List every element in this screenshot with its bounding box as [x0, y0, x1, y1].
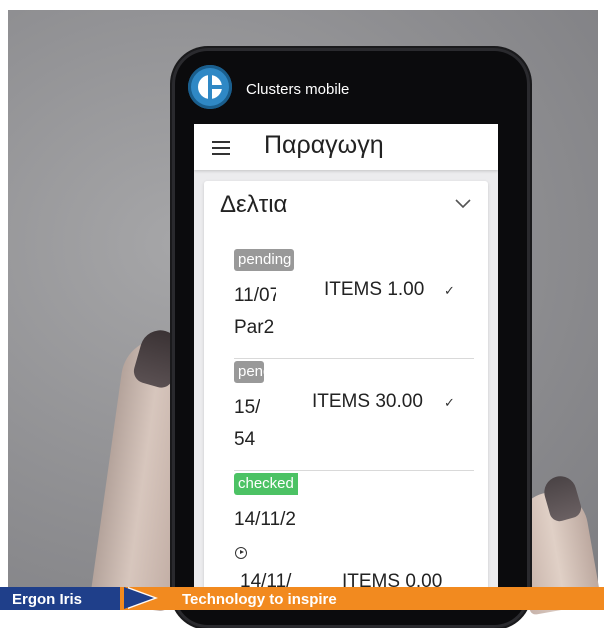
check-icon: ✓ [444, 283, 455, 298]
brand-name: Ergon Iris [12, 591, 83, 608]
row-date: 14/11/2 [234, 509, 296, 530]
play-circle-icon[interactable] [235, 547, 247, 559]
app-logo-icon [188, 65, 232, 109]
photo-border-right [598, 0, 604, 610]
app-title: Clusters mobile [246, 81, 350, 98]
row-items: ITEMS 1.00 [324, 279, 425, 300]
row-divider [234, 470, 474, 471]
status-badge: checked [234, 473, 314, 495]
row-items: ITEMS 30.00 [312, 391, 423, 412]
photo-border-left [0, 0, 8, 610]
hamburger-menu-icon[interactable] [212, 141, 232, 155]
bottom-banner: Ergon Iris Technology to inspire [0, 587, 604, 610]
check-icon: ✓ [444, 395, 455, 410]
row-code: Par2 [234, 317, 275, 338]
row-divider [234, 358, 474, 359]
row-date: 11/07/ [234, 285, 276, 306]
card-title: Δελτια [220, 191, 288, 218]
deltia-card: Δελτια pending 11/07/ Par2 ITEMS 1.00 ✓ … [204, 181, 488, 594]
app-screen: Παραγωγη Δελτια pending 11/07/ Par2 ITEM… [194, 124, 498, 594]
list-item[interactable]: pending 11/07/ Par2 ITEMS 1.00 ✓ [234, 249, 474, 359]
app-header: Clusters mobile [188, 60, 506, 124]
row-date: 15/07 [234, 397, 260, 418]
banner-tagline: Technology to inspire [182, 591, 337, 608]
list-item[interactable]: checked 14/11/2 14/11/2 ITEMS 0.00 [234, 473, 474, 594]
page-title: Παραγωγη [264, 131, 384, 159]
status-badge: pending [234, 361, 264, 383]
chevron-down-icon[interactable] [454, 197, 472, 209]
banner-arrow [124, 587, 154, 609]
list-item[interactable]: pending 15/07 54 ITEMS 30.00 ✓ [234, 361, 474, 471]
photo-border-top [0, 0, 604, 10]
toolbar: Παραγωγη [194, 124, 498, 170]
row-code: 54 [234, 429, 256, 450]
status-badge: pending [234, 249, 294, 271]
